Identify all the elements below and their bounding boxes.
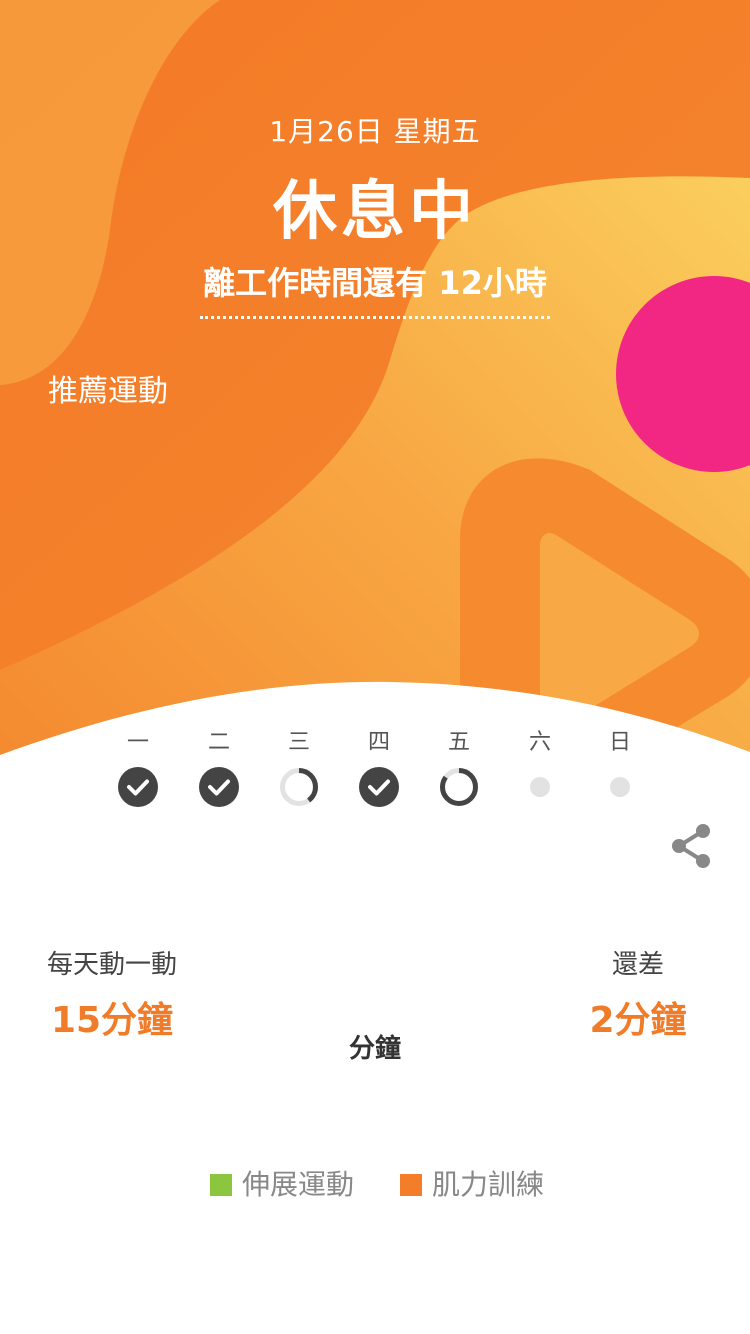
legend-label: 伸展運動 — [242, 1168, 355, 1201]
weekday-label: 三 — [287, 730, 310, 755]
weekday-label: 六 — [528, 730, 551, 755]
weekday-sat[interactable]: 六 — [500, 728, 580, 808]
weekday-fri[interactable]: 五 — [419, 728, 499, 808]
legend-swatch — [400, 1174, 422, 1196]
empty-dot-icon — [599, 766, 641, 808]
check-icon — [117, 766, 159, 808]
weekday-sun[interactable]: 日 — [580, 728, 660, 808]
weekday-wed[interactable]: 三 — [259, 728, 339, 808]
progress-ring-icon — [278, 766, 320, 808]
share-icon[interactable] — [668, 822, 714, 870]
weekday-tue[interactable]: 二 — [179, 728, 259, 808]
progress-ring-icon — [438, 766, 480, 808]
weekday-label: 日 — [608, 730, 631, 755]
hero-banner: 1月26日 星期五 休息中 離工作時間還有 12小時 推薦運動 — [0, 0, 750, 760]
legend-swatch — [210, 1174, 232, 1196]
remaining-value: 2分鐘 — [589, 1000, 687, 1041]
weekday-label: 二 — [207, 730, 230, 755]
check-icon — [198, 766, 240, 808]
weekday-label: 五 — [447, 730, 470, 755]
date-text: 1月26日 星期五 — [269, 115, 481, 148]
weekday-label: 四 — [367, 730, 390, 755]
rest-status-title: 休息中 — [273, 175, 477, 249]
weekday-label: 一 — [126, 730, 149, 755]
legend-label: 肌力訓練 — [432, 1168, 545, 1201]
daily-goal-label: 每天動一動 — [46, 950, 177, 980]
remaining-goal: 還差 2分鐘 — [568, 944, 708, 1043]
work-countdown[interactable]: 離工作時間還有 12小時 — [200, 258, 550, 319]
weekday-mon[interactable]: 一 — [98, 728, 178, 808]
recommended-exercise-label[interactable]: 推薦運動 — [48, 366, 168, 410]
weekday-thu[interactable]: 四 — [339, 728, 419, 808]
weekly-progress: 一 二 三 四 五 六 日 — [98, 728, 662, 818]
remaining-label: 還差 — [611, 950, 664, 980]
check-icon — [358, 766, 400, 808]
empty-dot-icon — [519, 766, 561, 808]
